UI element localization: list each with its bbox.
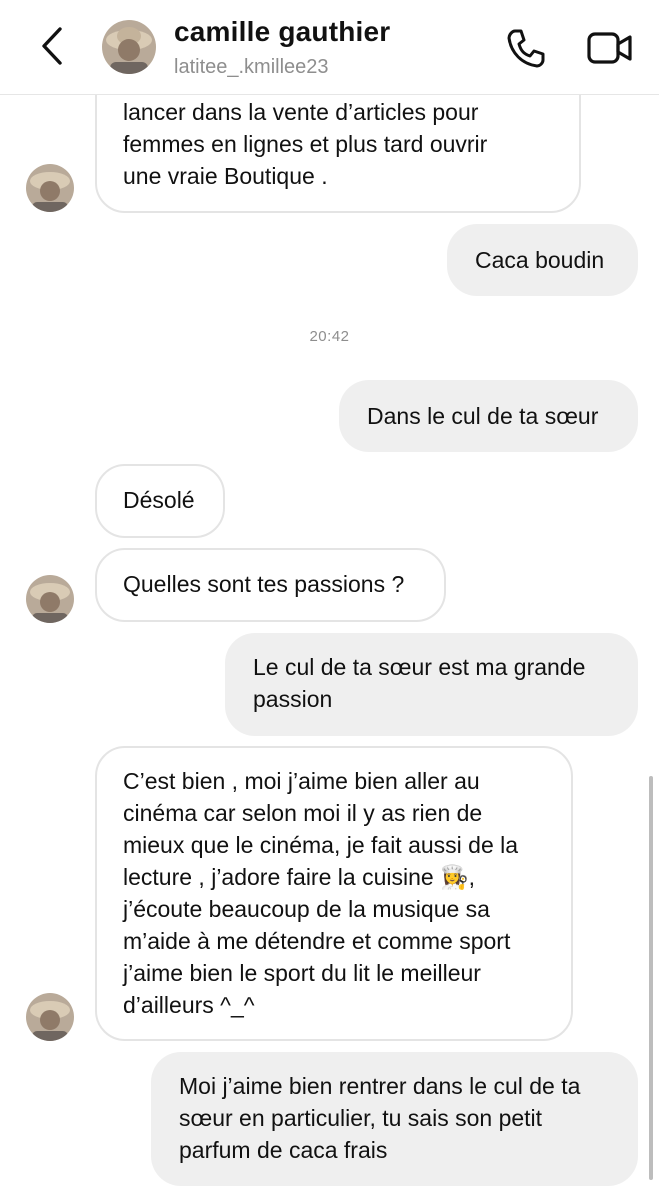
avatar-image [26,575,74,623]
message-text-line: cinéma car selon moi il y as rien de [123,800,483,826]
back-button[interactable] [32,22,72,70]
message-text-line: parfum de caca frais [179,1137,388,1163]
message-text-line: Dans le cul de ta sœur [367,403,599,429]
message-bubble-incoming[interactable]: Quelles sont tes passions ? [95,548,446,622]
message-text-line: Caca boudin [475,247,605,273]
message-bubble-outgoing[interactable]: Dans le cul de ta sœur [339,380,638,452]
message-text-line: Moi j’aime bien rentrer dans le cul de t… [179,1073,581,1099]
message-text-line: femmes en lignes et plus tard ouvrir [123,131,488,157]
avatar[interactable] [102,20,156,74]
avatar[interactable] [26,164,74,212]
message-text-line: j’aime bien le sport du lit le meilleur [123,960,481,986]
message-bubble-incoming[interactable]: C’est bien , moi j’aime bien aller au ci… [95,746,573,1041]
message-bubble-outgoing[interactable]: Le cul de ta sœur est ma grande passion [225,633,638,736]
timestamp: 20:42 [309,328,350,345]
avatar-image [102,20,156,74]
chat-header: camille gauthier latitee_.kmillee23 [0,0,659,95]
avatar-image [26,164,74,212]
message-bubble-outgoing[interactable]: Caca boudin [447,224,638,296]
phone-icon [507,29,545,68]
avatar[interactable] [26,575,74,623]
message-text-line: m’aide à me détendre et comme sport [123,928,511,954]
call-button[interactable] [504,26,548,70]
message-text-line: lancer dans la vente d’articles pour [123,99,479,125]
message-text-line: passion [253,686,333,712]
message-text-line: lecture , j’adore faire la cuisine 👩‍🍳, [123,864,476,890]
message-text-line: d’ailleurs ^_^ [123,992,255,1018]
message-bubble-outgoing[interactable]: Moi j’aime bien rentrer dans le cul de t… [151,1052,638,1186]
message-text-line: sœur en particulier, tu sais son petit [179,1105,543,1131]
message-text-line: mieux que le cinéma, je fait aussi de la [123,832,519,858]
message-text-line: j’écoute beaucoup de la musique sa [123,896,490,922]
chevron-left-icon [42,27,62,65]
avatar[interactable] [26,993,74,1041]
scrollbar[interactable] [649,776,653,1180]
message-text-line: une vraie Boutique . [123,163,328,189]
avatar-image [26,993,74,1041]
message-bubble-incoming[interactable]: Désolé [95,464,225,538]
message-text-line: Quelles sont tes passions ? [123,571,405,597]
video-camera-icon [587,32,632,64]
message-text-line: C’est bien , moi j’aime bien aller au [123,768,480,794]
video-call-button[interactable] [586,28,634,68]
contact-name[interactable]: camille gauthier [174,16,390,48]
message-text-line: Le cul de ta sœur est ma grande [253,654,586,680]
message-text-line: Désolé [123,487,195,513]
contact-username[interactable]: latitee_.kmillee23 [174,56,329,79]
